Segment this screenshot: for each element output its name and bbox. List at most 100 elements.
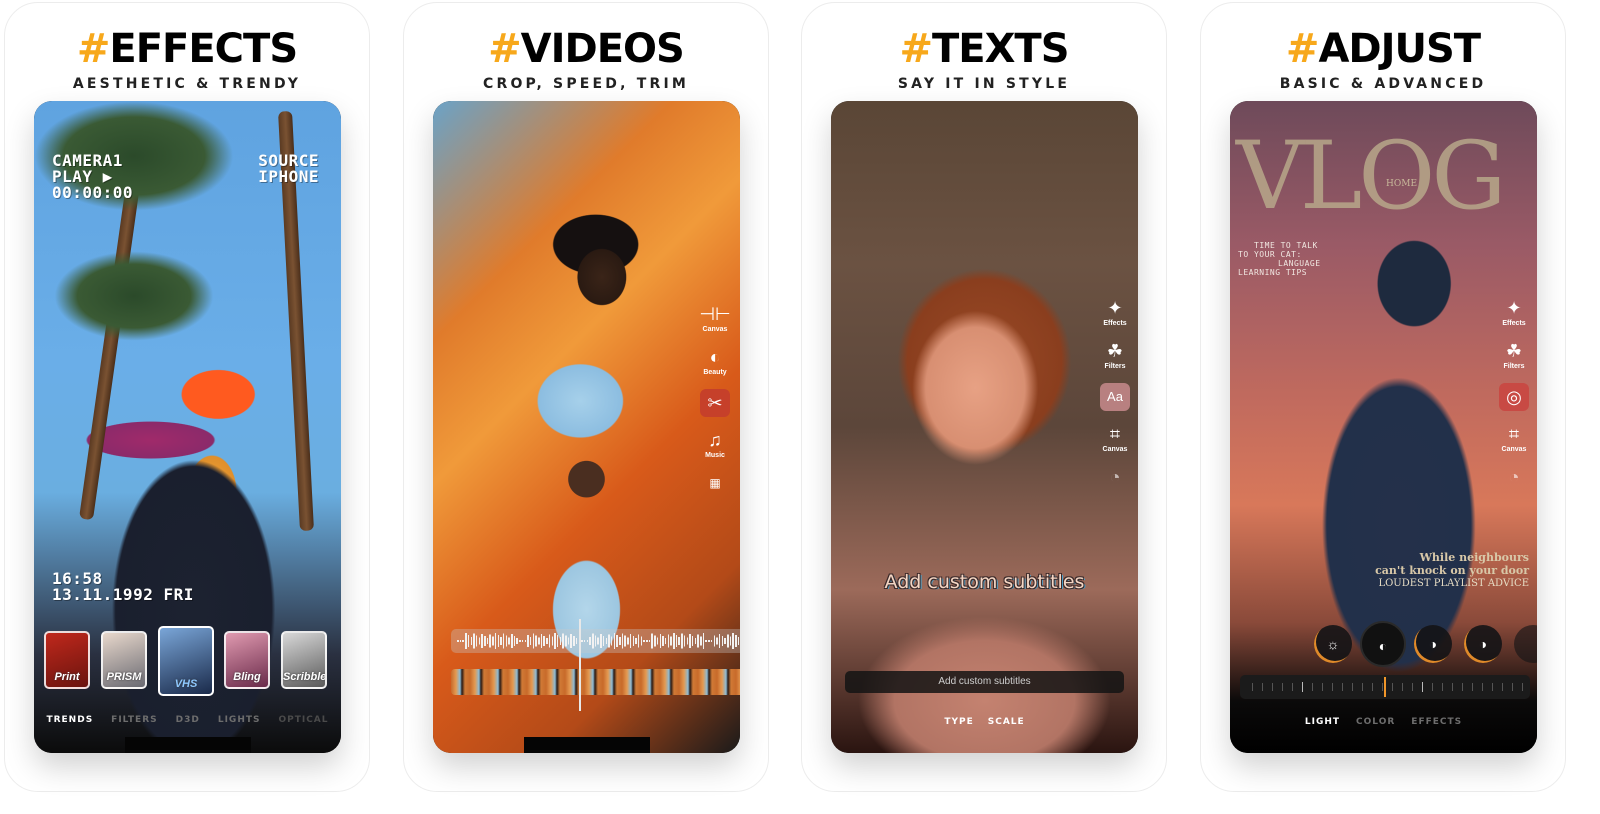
shadows-icon: ◑	[1478, 636, 1488, 652]
brightness-icon: ☼	[1326, 636, 1340, 652]
phone-screen-effects: CAMERA1 PLAY ▶ 00:00:00 SOURCE IPHONE 16…	[34, 101, 341, 753]
more-icon: ◔	[1109, 467, 1121, 487]
tool-more[interactable]: ◔	[1497, 466, 1531, 488]
effect-thumb-bling[interactable]: Bling	[224, 631, 270, 689]
audio-waveform[interactable]	[451, 629, 740, 653]
slider-tick	[1252, 683, 1253, 691]
tool-trim[interactable]: ✂	[698, 389, 732, 417]
headline-text: VIDEOS	[520, 26, 685, 72]
tool-filters[interactable]: ☘ Filters	[1098, 340, 1132, 371]
home-indicator	[523, 737, 650, 753]
scissors-icon: ✂	[700, 389, 730, 417]
waveform-bar	[616, 635, 618, 647]
subtitle-preview[interactable]: Add custom subtitles	[831, 571, 1138, 593]
tab-filters[interactable]: FILTERS	[111, 715, 157, 725]
waveform-bar	[567, 637, 570, 645]
tool-text[interactable]: Aa	[1098, 383, 1132, 411]
waveform-bar	[654, 635, 656, 647]
waveform-bar	[729, 636, 732, 646]
tool-filters[interactable]: ☘ Filters	[1497, 340, 1531, 371]
phone-screen-videos: ⊣⊢ Canvas ◐ Beauty ✂ ♫ Music ▦	[433, 101, 740, 753]
tool-film[interactable]: ▦	[698, 472, 732, 494]
tab-color[interactable]: COLOR	[1356, 717, 1395, 727]
waveform-bar	[540, 634, 543, 648]
slider-tick	[1372, 683, 1373, 691]
tool-canvas[interactable]: ⌗ Canvas	[1497, 423, 1531, 454]
tab-scale[interactable]: SCALE	[988, 717, 1025, 727]
tool-canvas[interactable]: ⌗ Canvas	[1098, 423, 1132, 454]
adjust-slider[interactable]	[1240, 675, 1530, 699]
crop-icon: ⌗	[1109, 424, 1121, 444]
waveform-bar	[681, 633, 683, 649]
waveform-bar	[737, 637, 740, 645]
waveform-bar	[713, 635, 715, 647]
slider-tick	[1382, 683, 1383, 691]
slider-thumb[interactable]	[1384, 677, 1386, 697]
tab-effects[interactable]: EFFECTS	[1411, 717, 1462, 727]
adjust-dials: ☼ ◐ ◑ ◑	[1314, 621, 1537, 667]
tab-trends[interactable]: TRENDS	[46, 715, 93, 725]
waveform-bar	[489, 634, 491, 648]
brightness-dial[interactable]: ☼	[1314, 625, 1352, 663]
video-filmstrip[interactable]	[451, 669, 740, 695]
shadows-dial[interactable]: ◑	[1464, 625, 1502, 663]
highlights-dial[interactable]: ◑	[1414, 625, 1452, 663]
headline-text: EFFECTS	[109, 26, 298, 72]
headline-text: ADJUST	[1318, 26, 1481, 72]
playhead[interactable]	[579, 619, 581, 711]
adjust-tabs: LIGHT COLOR EFFECTS	[1230, 717, 1537, 727]
effect-thumb-print[interactable]: Print	[44, 631, 90, 689]
waveform-bar	[629, 634, 632, 648]
music-icon: ♫	[708, 430, 722, 450]
slider-tick	[1352, 683, 1353, 691]
tool-effects[interactable]: ✦ Effects	[1497, 297, 1531, 328]
waveform-bar	[548, 634, 551, 648]
tool-effects[interactable]: ✦ Effects	[1098, 297, 1132, 328]
vhs-device: IPHONE	[258, 167, 319, 186]
card-effects: #EFFECTS AESTHETIC & TRENDY CAMERA1 PLAY…	[4, 2, 370, 792]
palm-frond	[54, 251, 214, 341]
tool-music[interactable]: ♫ Music	[698, 429, 732, 460]
waveform-bar	[592, 633, 594, 649]
waveform-bar	[546, 638, 548, 644]
tab-lights[interactable]: LIGHTS	[218, 715, 261, 725]
waveform-bar	[605, 638, 607, 644]
effect-thumb-scribble[interactable]: Scribble	[281, 631, 327, 689]
waveform-bar	[691, 636, 694, 646]
tab-light[interactable]: LIGHT	[1305, 717, 1340, 727]
slider-tick	[1282, 683, 1283, 691]
magazine-cover-lines: TIME TO TALK TO YOUR CAT: LANGUAGE LEARN…	[1238, 241, 1321, 277]
waveform-bar	[702, 633, 705, 649]
tab-type[interactable]: TYPE	[944, 717, 973, 727]
subheadline: CROP, SPEED, TRIM	[483, 76, 689, 92]
effect-thumb-prism[interactable]: PRISM	[101, 631, 147, 689]
waveform-bar	[551, 636, 553, 646]
waveform-bar	[732, 633, 734, 649]
tab-optical[interactable]: OPTICAL	[278, 715, 328, 725]
hash-symbol: #	[76, 26, 111, 72]
tool-more[interactable]: ◔	[1098, 466, 1132, 488]
tool-beauty[interactable]: ◐ Beauty	[698, 346, 732, 377]
filters-icon: ☘	[1106, 341, 1124, 361]
phone-screen-texts: ✦ Effects ☘ Filters Aa ⌗ Canvas ◔ Add custo…	[831, 101, 1138, 753]
waveform-bar	[508, 637, 510, 645]
waveform-bar	[502, 633, 505, 649]
next-dial[interactable]	[1514, 625, 1537, 663]
waveform-bar	[562, 633, 564, 649]
waveform-bar	[492, 636, 494, 646]
tool-adjust[interactable]: ◎	[1497, 383, 1531, 411]
vhs-overlay-top-left: CAMERA1 PLAY ▶ 00:00:00	[52, 153, 133, 201]
phone-screen-adjust: VLOG HOME TIME TO TALK TO YOUR CAT: LANG…	[1230, 101, 1537, 753]
waveform-bar	[494, 633, 497, 649]
waveform-bar	[497, 635, 499, 647]
subtitle-input[interactable]	[845, 671, 1124, 693]
tool-canvas[interactable]: ⊣⊢ Canvas	[698, 303, 732, 334]
tab-d3d[interactable]: D3D	[176, 715, 200, 725]
effect-thumb-vhs[interactable]: VHS	[158, 626, 214, 696]
waveform-bar	[667, 634, 670, 648]
contrast-dial[interactable]: ◐	[1360, 621, 1406, 667]
waveform-bar	[581, 640, 583, 642]
waveform-bar	[646, 640, 648, 642]
slider-tick	[1272, 683, 1273, 691]
waveform-bar	[529, 637, 532, 645]
